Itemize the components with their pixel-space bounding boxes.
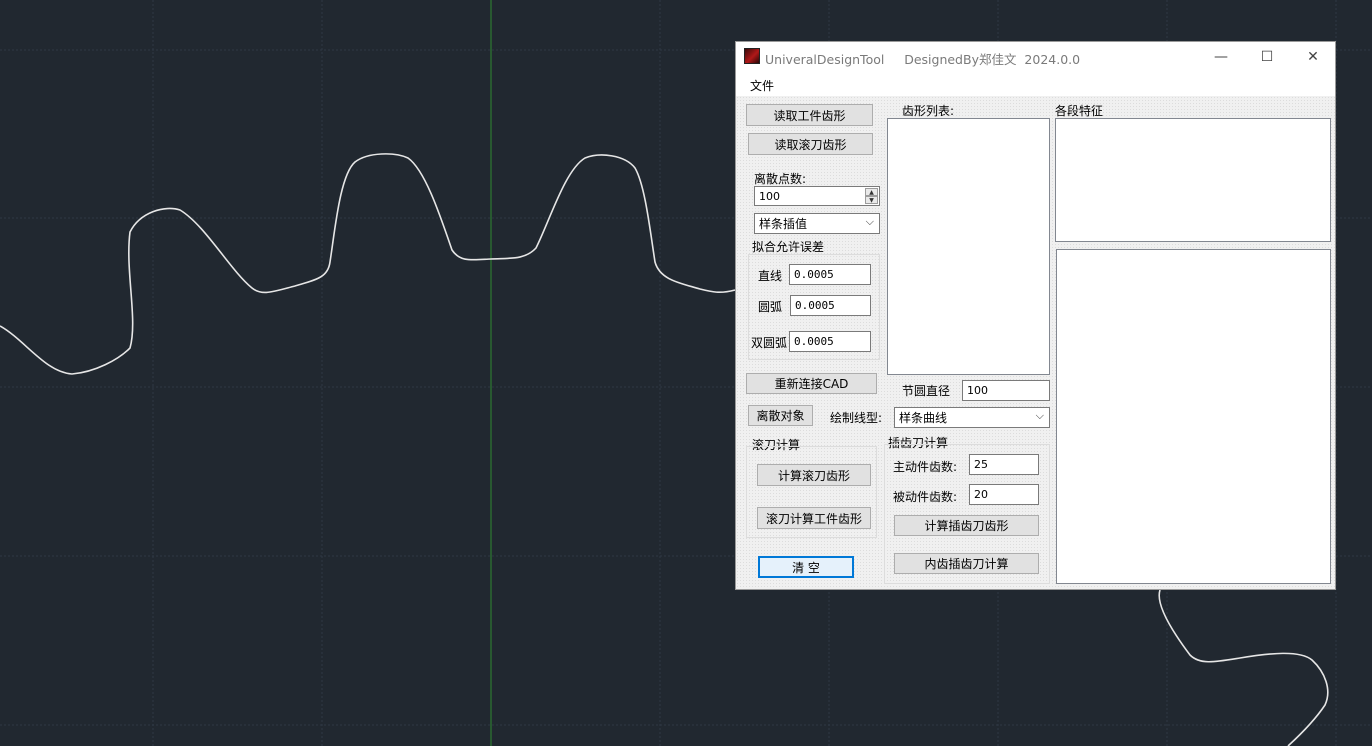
gear-profile-curve-lower	[1158, 589, 1329, 746]
calc-shaper-profile-button[interactable]: 计算插齿刀齿形	[894, 515, 1039, 536]
read-workpiece-profile-button[interactable]: 读取工件齿形	[746, 104, 873, 126]
hob-calc-workpiece-button[interactable]: 滚刀计算工件齿形	[757, 507, 871, 529]
arc-tolerance-label: 圆弧	[758, 300, 783, 314]
title-bar[interactable]: UniveralDesignTool DesignedBy郑佳文 2024.0.…	[736, 42, 1335, 72]
app-icon	[744, 48, 760, 64]
line-tolerance-label: 直线	[758, 269, 783, 283]
menu-bar: 文件	[736, 72, 1335, 96]
interpolation-select[interactable]: 样条插值 ⌵	[754, 213, 880, 234]
discrete-object-button[interactable]: 离散对象	[748, 405, 813, 426]
spinner-arrows[interactable]: ▲ ▼	[865, 188, 878, 204]
app-window: UniveralDesignTool DesignedBy郑佳文 2024.0.…	[735, 41, 1336, 590]
menu-file[interactable]: 文件	[750, 77, 774, 94]
spin-up-icon[interactable]: ▲	[865, 188, 878, 196]
gear-profile-curve	[0, 153, 736, 375]
double-arc-tolerance-input[interactable]: 0.0005	[789, 331, 871, 352]
pitch-diameter-input[interactable]: 100	[962, 380, 1050, 401]
reconnect-cad-button[interactable]: 重新连接CAD	[746, 373, 877, 394]
window-title: UniveralDesignTool DesignedBy郑佳文 2024.0.…	[765, 52, 1081, 67]
maximize-button[interactable]: ☐	[1244, 42, 1290, 72]
driver-teeth-input[interactable]: 25	[969, 454, 1039, 475]
clear-button[interactable]: 清 空	[758, 556, 854, 578]
internal-shaper-calc-button[interactable]: 内齿插齿刀计算	[894, 553, 1039, 574]
tooth-profile-listbox[interactable]	[887, 118, 1050, 375]
minimize-button[interactable]: —	[1198, 42, 1244, 72]
pitch-diameter-label: 节圆直径	[902, 384, 951, 398]
read-hob-profile-button[interactable]: 读取滚刀齿形	[748, 133, 873, 155]
double-arc-tolerance-label: 双圆弧	[751, 336, 788, 350]
draw-linetype-select-value: 样条曲线	[899, 411, 948, 425]
driver-teeth-label: 主动件齿数:	[893, 460, 958, 474]
spin-down-icon[interactable]: ▼	[865, 196, 878, 204]
interpolation-select-value: 样条插值	[759, 217, 808, 231]
discrete-points-spinner[interactable]: 100 ▲ ▼	[754, 186, 880, 206]
close-button[interactable]: ✕	[1290, 42, 1336, 72]
discrete-points-value: 100	[759, 189, 780, 203]
segment-features-panel[interactable]	[1055, 118, 1331, 242]
tooth-list-label: 齿形列表:	[902, 104, 955, 118]
arc-tolerance-input[interactable]: 0.0005	[790, 295, 871, 316]
chevron-down-icon: ⌵	[865, 215, 874, 228]
draw-linetype-select[interactable]: 样条曲线 ⌵	[894, 407, 1050, 428]
segment-features-label: 各段特征	[1055, 104, 1104, 118]
draw-linetype-label: 绘制线型:	[830, 411, 883, 425]
chevron-down-icon: ⌵	[1035, 409, 1044, 422]
discrete-points-label: 离散点数:	[754, 172, 807, 186]
driven-teeth-input[interactable]: 20	[969, 484, 1039, 505]
line-tolerance-input[interactable]: 0.0005	[789, 264, 871, 285]
driven-teeth-label: 被动件齿数:	[893, 490, 958, 504]
segment-details-textbox[interactable]	[1056, 249, 1331, 584]
fit-tolerance-title: 拟合允许误差	[752, 240, 825, 254]
calc-hob-profile-button[interactable]: 计算滚刀齿形	[757, 464, 871, 486]
